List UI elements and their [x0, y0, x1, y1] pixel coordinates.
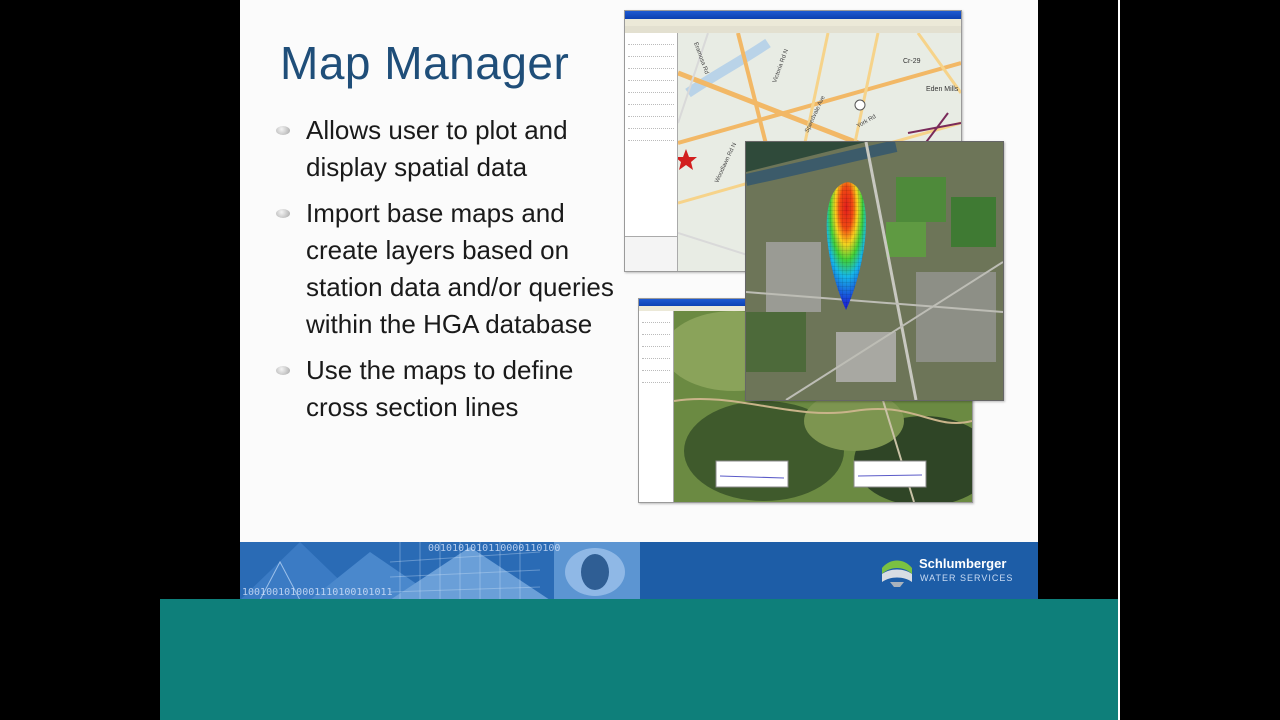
slide-title: Map Manager — [280, 37, 570, 89]
layer-row — [628, 47, 674, 57]
company-logo: Schlumberger WATER SERVICES — [880, 552, 1030, 592]
layer-row — [628, 71, 674, 81]
layer-info-panel — [625, 236, 677, 271]
plume-map-screenshot — [745, 141, 1004, 401]
window-titlebar — [625, 11, 961, 19]
bullet-line: Use the maps to define — [306, 355, 574, 385]
right-edge-strip — [1118, 0, 1120, 720]
layer-row — [642, 373, 670, 383]
bullet-icon — [276, 126, 290, 135]
binary-pattern-text: 0010101010110000110100 — [428, 543, 561, 554]
layer-list-panel — [639, 311, 674, 502]
layer-row — [642, 361, 670, 371]
bottom-teal-bar — [160, 599, 1118, 720]
bullet-icon — [276, 366, 290, 375]
layer-row — [628, 131, 674, 141]
bullet-item: Use the maps to define cross section lin… — [276, 352, 696, 426]
layer-row — [628, 95, 674, 105]
map-label: Cr-29 — [903, 58, 921, 65]
bullet-line: create layers based on — [306, 235, 570, 265]
map-label: Eden Mills — [926, 86, 959, 93]
plume-map-view — [746, 142, 1003, 400]
layer-row — [642, 325, 670, 335]
layer-row — [642, 349, 670, 359]
layer-row — [628, 119, 674, 129]
binary-pattern-text: 1001001010001110100101011 — [242, 587, 393, 598]
bullet-icon — [276, 209, 290, 218]
bullet-line: within the HGA database — [306, 309, 593, 339]
bullet-line: cross section lines — [306, 392, 519, 422]
company-name: Schlumberger — [919, 556, 1007, 571]
bullet-line: Allows user to plot and — [306, 115, 568, 145]
company-division: WATER SERVICES — [920, 573, 1014, 583]
layer-row — [628, 83, 674, 93]
bullet-line: station data and/or queries — [306, 272, 614, 302]
presentation-slide: Map Manager Allows user to plot and disp… — [240, 0, 1038, 600]
layer-list-panel — [625, 33, 678, 271]
bullet-line: Import base maps and — [306, 198, 565, 228]
footer-banner: 0010101010110000110100 10010010100011101… — [240, 542, 1038, 600]
company-logo-icon — [882, 560, 912, 587]
layer-row — [642, 337, 670, 347]
layer-row — [628, 107, 674, 117]
layer-row — [628, 35, 674, 45]
bullet-line: display spatial data — [306, 152, 528, 182]
layer-row — [628, 59, 674, 69]
layer-row — [642, 313, 670, 323]
